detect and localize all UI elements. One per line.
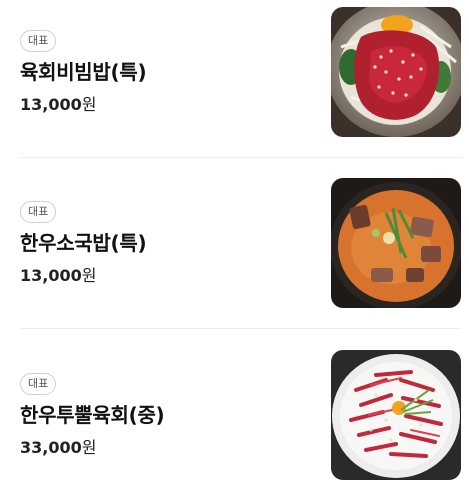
beef-soup-gukbap-photo-icon — [331, 178, 461, 308]
signature-badge: 대표 — [20, 201, 57, 223]
price-value: 13,000 — [20, 95, 82, 114]
signature-badge: 대표 — [20, 373, 57, 395]
menu-item-price: 13,000원 — [20, 91, 96, 115]
menu-list: 대표 육회비빔밥(특) 13,000원 대표 한우소국밥(특) 13,000원 … — [0, 0, 469, 498]
price-currency: 원 — [81, 438, 97, 457]
menu-item-image-hanwoo-gukbap[interactable] — [331, 178, 461, 308]
menu-item-hanwoo-yukhoe[interactable]: 대표 한우투뿔육회(중) 33,000원 — [20, 350, 461, 480]
menu-item-price: 33,000원 — [20, 434, 96, 458]
divider — [20, 328, 461, 329]
menu-item-name: 육회비빔밥(특) — [20, 60, 147, 84]
price-value: 33,000 — [20, 438, 82, 457]
menu-item-price: 13,000원 — [20, 262, 96, 286]
beef-tartare-yukhoe-photo-icon — [331, 350, 461, 480]
menu-item-yukhoe-bibimbap[interactable]: 대표 육회비빔밥(특) 13,000원 — [20, 7, 461, 137]
menu-item-name: 한우투뿔육회(중) — [20, 403, 165, 427]
menu-item-hanwoo-gukbap[interactable]: 대표 한우소국밥(특) 13,000원 — [20, 178, 461, 308]
menu-item-name: 한우소국밥(특) — [20, 231, 147, 255]
menu-item-image-yukhoe-bibimbap[interactable] — [331, 7, 461, 137]
divider — [20, 157, 461, 158]
yukhoe-bibimbap-photo-icon — [331, 7, 461, 137]
price-currency: 원 — [81, 266, 97, 285]
menu-item-image-hanwoo-yukhoe[interactable] — [331, 350, 461, 480]
signature-badge: 대표 — [20, 30, 57, 52]
price-currency: 원 — [81, 95, 97, 114]
price-value: 13,000 — [20, 266, 82, 285]
